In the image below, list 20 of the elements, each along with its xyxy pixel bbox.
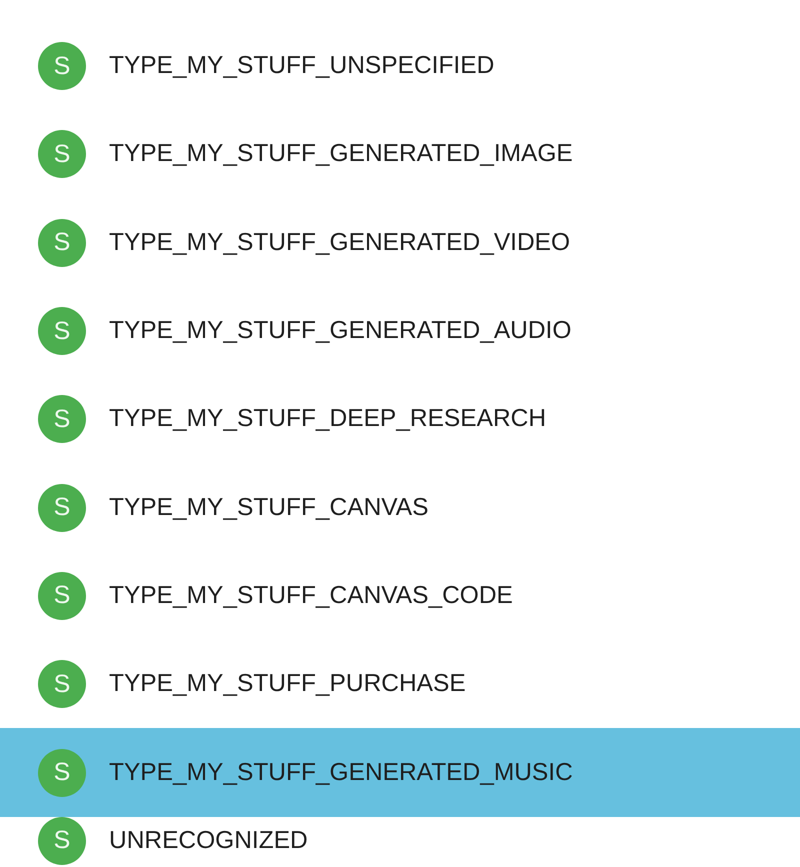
avatar: S bbox=[38, 572, 86, 620]
list-item[interactable]: S TYPE_MY_STUFF_GENERATED_MUSIC bbox=[0, 728, 800, 817]
list-item[interactable]: S UNRECOGNIZED bbox=[0, 816, 800, 865]
avatar: S bbox=[38, 218, 86, 267]
avatar: S bbox=[38, 395, 86, 444]
list-item[interactable]: S TYPE_MY_STUFF_PURCHASE bbox=[0, 640, 800, 728]
avatar: S bbox=[38, 748, 86, 797]
list-item[interactable]: S TYPE_MY_STUFF_GENERATED_VIDEO bbox=[0, 198, 800, 287]
avatar: S bbox=[38, 42, 86, 90]
avatar: S bbox=[38, 307, 86, 356]
list-item[interactable]: S TYPE_MY_STUFF_GENERATED_IMAGE bbox=[0, 110, 800, 199]
list-item[interactable]: S TYPE_MY_STUFF_CANVAS bbox=[0, 463, 800, 552]
avatar: S bbox=[38, 484, 86, 532]
list-item[interactable]: S TYPE_MY_STUFF_GENERATED_AUDIO bbox=[0, 286, 800, 376]
avatar: S bbox=[38, 660, 86, 708]
list-item[interactable]: S TYPE_MY_STUFF_UNSPECIFIED bbox=[0, 22, 800, 110]
avatar: S bbox=[38, 130, 86, 178]
avatar: S bbox=[38, 816, 86, 865]
list-item[interactable]: S TYPE_MY_STUFF_DEEP_RESEARCH bbox=[0, 375, 800, 464]
list-item[interactable]: S TYPE_MY_STUFF_CANVAS_CODE bbox=[0, 552, 800, 640]
